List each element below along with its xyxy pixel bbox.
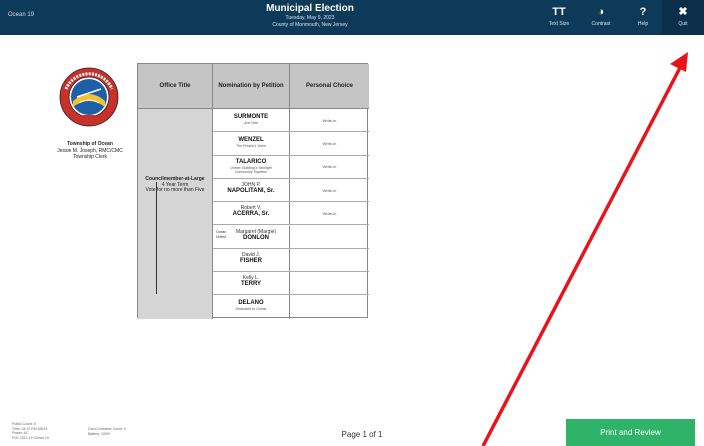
candidate-row[interactable]: WENZEL The People's Voice Write-in: [213, 132, 369, 156]
top-bar: Ocean 19 Municipal Election Tuesday, May…: [0, 0, 704, 35]
candidate-name: NAPOLITANI, Sr.: [227, 187, 275, 194]
candidate-first-name: JOHN P.: [241, 181, 261, 188]
candidate-row[interactable]: TALARICO Ocean: Building a Stronger Comm…: [213, 155, 369, 179]
candidate-cell[interactable]: TALARICO Ocean: Building a Stronger Comm…: [213, 155, 290, 178]
candidate-cell[interactable]: WENZEL The People's Voice: [213, 132, 290, 155]
close-icon: ✖: [678, 6, 688, 18]
help-icon: ?: [639, 6, 647, 18]
ballot-table: Office Title Nomination by Petition Pers…: [137, 63, 369, 319]
candidate-row[interactable]: David J. FISHER: [213, 248, 369, 273]
machine-status: Public Count: 0 Time: 04:37 PM 5/8/23 Po…: [12, 422, 49, 440]
candidate-row[interactable]: JOHN P. NAPOLITANI, Sr. Write-in: [213, 178, 369, 203]
write-in-cell[interactable]: Write-in: [290, 109, 369, 131]
candidate-cell[interactable]: JOHN P. NAPOLITANI, Sr.: [213, 178, 290, 202]
office-title-header: Office Title: [138, 64, 213, 109]
personal-choice-cell[interactable]: [290, 226, 369, 248]
nomination-header: Nomination by Petition: [213, 64, 290, 109]
candidate-first-name: David J.: [241, 251, 261, 258]
candidate-cell[interactable]: Kelly L. TERRY: [213, 272, 290, 295]
party-label: Ocean United: [216, 230, 227, 239]
candidate-row[interactable]: Robert V. ACERRA, Sr. Write-in: [213, 202, 369, 226]
candidate-row[interactable]: DELANO Dedicated to Ocean: [213, 295, 369, 319]
machine-status-secondary: Card Container Count: 0 Battery: 100%: [88, 427, 126, 436]
battery-status: Battery: 100%: [88, 431, 110, 436]
candidate-slogan: Dedicated to Ocean: [235, 307, 267, 312]
help-label: Help: [637, 21, 649, 27]
candidate-cell[interactable]: David J. FISHER: [213, 248, 290, 272]
personal-choice-header: Personal Choice: [290, 64, 369, 109]
candidate-name: ACERRA, Sr.: [232, 211, 270, 218]
candidate-name: TALARICO: [235, 158, 267, 165]
clerk-title: Township Clerk: [73, 154, 107, 160]
precinct-label: Ocean 19: [8, 12, 35, 18]
clerk-info: Township of Ocean Jessie M. Joseph, RMC/…: [30, 141, 150, 160]
election-title-block: Municipal Election Tuesday, May 9, 2023 …: [160, 3, 460, 29]
personal-choice-cell[interactable]: [290, 249, 369, 271]
quit-label: Quit: [678, 21, 688, 27]
write-in-cell[interactable]: Write-in: [290, 132, 369, 154]
contrast-button[interactable]: ◑ Contrast: [580, 0, 622, 35]
candidate-slogan: The People's Voice: [236, 144, 266, 149]
personal-choice-cell[interactable]: [290, 295, 369, 318]
write-in-cell[interactable]: Write-in: [290, 156, 369, 178]
candidate-row[interactable]: SURMONTE Just Vote Write-in: [213, 109, 369, 133]
candidate-name: SURMONTE: [233, 114, 269, 120]
write-in-cell[interactable]: Write-in: [290, 179, 369, 201]
write-in-cell[interactable]: Write-in: [290, 202, 369, 224]
contrast-icon: ◑: [597, 6, 605, 18]
candidate-cell[interactable]: DELANO Dedicated to Ocean: [213, 295, 290, 319]
township-name: Township of Ocean: [67, 141, 113, 147]
candidate-slogan: Just Vote: [243, 121, 259, 125]
text-size-button[interactable]: TT Text Size: [538, 0, 580, 35]
candidate-name: TERRY: [240, 281, 262, 288]
contrast-label: Contrast: [591, 21, 611, 27]
vote-instruction: Vote for no more than Five: [145, 187, 205, 193]
poll-info: Poll: 2312-19 Ocean 19: [12, 435, 49, 440]
help-button[interactable]: ? Help: [622, 0, 664, 35]
candidate-cell[interactable]: SURMONTE Just Vote: [213, 109, 290, 132]
candidate-row[interactable]: Margaret (Margie) DONLON: [213, 225, 369, 249]
text-size-label: Text Size: [548, 21, 570, 27]
text-size-icon: TT: [552, 6, 566, 18]
candidate-name: DELANO: [238, 300, 264, 307]
election-title: Municipal Election: [266, 3, 354, 14]
quit-button[interactable]: ✖ Quit: [662, 0, 704, 35]
candidate-name: WENZEL: [238, 137, 264, 144]
personal-choice-cell[interactable]: [290, 272, 369, 294]
print-and-review-button[interactable]: Print and Review: [566, 419, 695, 446]
candidate-name: FISHER: [239, 257, 262, 264]
candidate-cell[interactable]: Robert V. ACERRA, Sr.: [213, 202, 290, 225]
candidate-first-name: Robert V.: [240, 205, 262, 212]
candidate-first-name: Kelly L.: [242, 275, 260, 282]
township-seal-logo: [59, 67, 119, 127]
election-county: County of Monmouth, New Jersey: [272, 22, 348, 28]
candidate-row[interactable]: Kelly L. TERRY: [213, 272, 369, 296]
candidate-slogan: Ocean: Building a Stronger Community Tog…: [229, 165, 273, 174]
container-count: Card Container Count: 0: [88, 427, 126, 431]
election-date: Tuesday, May 9, 2023: [285, 15, 335, 21]
page-indicator: Page 1 of 1: [341, 430, 383, 439]
slate-bracket: [156, 182, 160, 294]
office-cell: Councilmember-at-Large 4 Year Term Vote …: [138, 109, 213, 319]
